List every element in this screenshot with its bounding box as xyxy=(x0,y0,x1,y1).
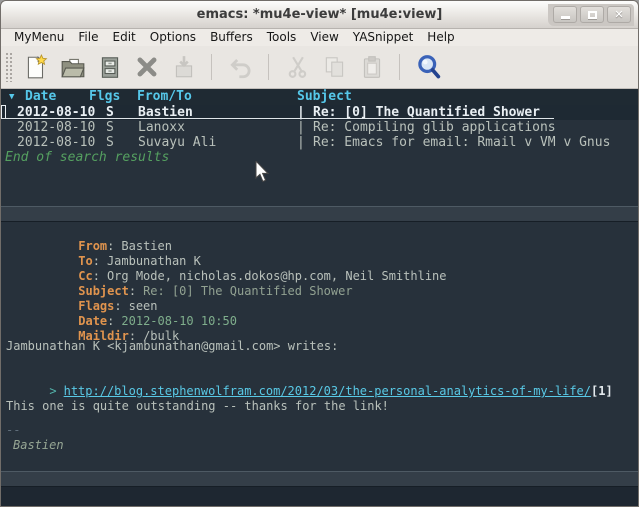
row-flags: S xyxy=(106,135,114,150)
row-separator: | xyxy=(297,120,305,135)
field-label: To xyxy=(78,254,92,268)
row-subject: Re: Emacs for email: Rmail v VM v Gnus xyxy=(313,135,610,150)
minimize-button[interactable] xyxy=(553,6,577,23)
row-from: Lanoxx xyxy=(138,120,185,135)
copy-icon xyxy=(320,52,350,82)
menu-item[interactable]: File xyxy=(71,29,105,46)
search-icon[interactable] xyxy=(414,52,444,82)
field-label: Subject xyxy=(78,284,129,298)
kill-buffer-icon[interactable] xyxy=(132,52,162,82)
message-row[interactable]: 2012-08-10 S Lanoxx | Re: Compiling glib… xyxy=(1,120,638,135)
body-hyperlink[interactable]: http://blog.stephenwolfram.com/2012/03/t… xyxy=(64,384,591,398)
column-subject[interactable]: Subject xyxy=(297,89,352,105)
titlebar[interactable]: emacs: *mu4e-view* [mu4e:view] ✕ xyxy=(1,1,638,29)
modeline-range: [All/275] xyxy=(215,221,280,222)
row-from: Suvayu Ali xyxy=(138,135,216,150)
menu-item[interactable]: Buffers xyxy=(203,29,260,46)
message-header-field: From:Bastien xyxy=(6,224,636,239)
field-value: Org Mode, nicholas.dokos@hp.com, Neil Sm… xyxy=(100,269,447,283)
message-row[interactable]: 2012-08-10 S Bastien | Re: [0] The Quant… xyxy=(1,105,638,120)
field-label: Cc xyxy=(78,269,92,283)
body-text-line: This one is quite outstanding -- thanks … xyxy=(6,399,389,414)
field-value: Bastien xyxy=(114,239,172,253)
row-flags: S xyxy=(106,120,114,135)
new-file-icon[interactable] xyxy=(21,52,51,82)
toolbar-separator xyxy=(211,54,212,80)
end-of-search-message: End of search results xyxy=(5,150,169,165)
emacs-frame: ▼ Date Flgs From/To Subject 2012-08-10 S… xyxy=(1,89,638,507)
close-icon: ✕ xyxy=(614,9,623,20)
column-from-to[interactable]: From/To xyxy=(137,89,192,105)
menu-item[interactable]: Options xyxy=(143,29,203,46)
save-buffer-icon xyxy=(169,52,199,82)
dired-icon[interactable] xyxy=(95,52,125,82)
signature-separator: -- xyxy=(6,423,20,438)
column-date[interactable]: Date xyxy=(25,89,56,105)
signature: Bastien xyxy=(13,438,64,453)
toolbar-separator xyxy=(399,54,400,80)
point-cursor xyxy=(1,105,6,119)
modeline-window-id: W32 xyxy=(532,221,554,222)
menu-item[interactable]: View xyxy=(303,29,345,46)
headers-list: 2012-08-10 S Bastien | Re: [0] The Quant… xyxy=(1,105,638,150)
minimize-icon xyxy=(561,16,570,19)
menu-item[interactable]: Edit xyxy=(106,29,143,46)
menu-item[interactable]: Help xyxy=(420,29,461,46)
close-button[interactable]: ✕ xyxy=(607,6,631,23)
message-header-fields: From:Bastien To:Jambunathan K Cc:Org Mod… xyxy=(6,224,636,329)
menu-item[interactable]: YASnippet xyxy=(346,29,421,46)
mouse-cursor xyxy=(254,161,270,187)
link-reference-number: [1] xyxy=(591,384,613,398)
window-title: emacs: *mu4e-view* [mu4e:view] xyxy=(1,1,638,28)
headers-column-bar: ▼ Date Flgs From/To Subject xyxy=(1,89,638,105)
row-separator: | xyxy=(297,135,305,150)
field-label: Date xyxy=(78,314,107,328)
quote-prefix: > xyxy=(49,384,56,398)
open-folder-icon[interactable] xyxy=(58,52,88,82)
row-date: 2012-08-10 xyxy=(17,135,95,150)
window-controls: ✕ xyxy=(548,4,634,26)
sort-descending-icon[interactable]: ▼ xyxy=(9,89,14,106)
maximize-icon xyxy=(588,11,597,19)
field-label: Flags xyxy=(78,299,114,313)
modeline-maildir: maildir:/bulk xyxy=(561,221,638,222)
toolbar xyxy=(1,46,638,89)
body-attribution-line: Jambunathan K <kjambunathan@gmail.com> w… xyxy=(6,339,338,354)
toolbar-drag-handle[interactable] xyxy=(5,52,14,82)
selected-row-underline xyxy=(1,118,554,119)
row-date: 2012-08-10 xyxy=(17,120,95,135)
maximize-button[interactable] xyxy=(580,6,604,23)
cut-icon xyxy=(283,52,313,82)
row-subject: Re: Compiling glib applications xyxy=(313,120,556,135)
field-value: Re: [0] The Quantified Shower xyxy=(136,284,353,298)
field-value: 2012-08-10 10:50 xyxy=(114,314,237,328)
paste-icon xyxy=(357,52,387,82)
emacs-window: emacs: *mu4e-view* [mu4e:view] ✕ MyMenuF… xyxy=(0,0,639,507)
field-value: Jambunathan K xyxy=(100,254,201,268)
menubar: MyMenuFileEditOptionsBuffersToolsViewYAS… xyxy=(1,29,638,46)
modeline-mu4e-headers: *mu4e-headers* ( 1, 0) [All/275] [mu4e-head… xyxy=(1,206,638,222)
modeline-status-flags: [Ovr,Mod,RO] xyxy=(395,221,482,222)
field-value: seen xyxy=(122,299,158,313)
menu-item[interactable]: Tools xyxy=(260,29,304,46)
modeline-time: 11:02 xyxy=(489,221,525,222)
modeline-major-mode[interactable]: [mu4e-headers] xyxy=(287,221,388,222)
message-row[interactable]: 2012-08-10 S Suvayu Ali | Re: Emacs for … xyxy=(1,135,638,150)
undo-icon xyxy=(226,52,256,82)
modeline-mu4e-view: *mu4e-view*( 1, 0)[All/372][mu4e:view][I… xyxy=(1,471,638,487)
field-label: From xyxy=(78,239,107,253)
toolbar-separator xyxy=(268,54,269,80)
modeline-position: ( 1, 0) xyxy=(158,221,209,222)
echo-area[interactable] xyxy=(1,487,638,507)
modified-flag: Mod xyxy=(431,221,453,222)
menu-item[interactable]: MyMenu xyxy=(7,29,71,46)
column-flags[interactable]: Flgs xyxy=(89,89,120,105)
modeline-buffer-name[interactable]: *mu4e-headers* xyxy=(49,221,150,222)
